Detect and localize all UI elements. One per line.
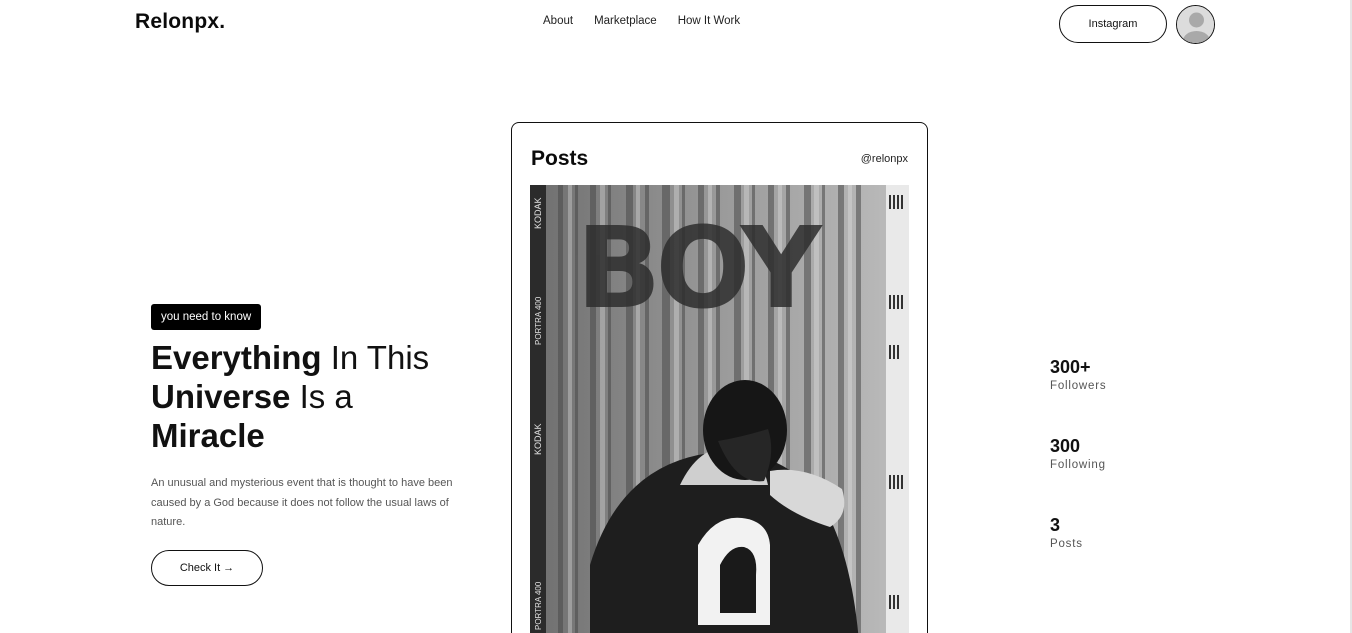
posts-card-title: Posts — [531, 147, 589, 170]
stat-posts[interactable]: 3 Posts — [1050, 514, 1106, 550]
profile-stats: 300+ Followers 300 Following 3 Posts — [1050, 356, 1106, 593]
nav-item-how-it-work[interactable]: How It Work — [678, 15, 740, 27]
hero-description: An unusual and mysterious event that is … — [151, 477, 453, 528]
post-photo[interactable]: KODAK KODAK PORTRA 400 PORTRA 400 BOY — [530, 185, 909, 633]
hero-headline: Everything In This Universe Is a Miracle — [151, 338, 471, 455]
hero-badge: you need to know — [151, 304, 262, 330]
stat-value: 300 — [1050, 436, 1081, 456]
film-brand: KODAK — [533, 423, 543, 455]
headline-word: Is a — [290, 378, 353, 415]
stat-value: 300+ — [1050, 357, 1091, 377]
check-it-label: Check It — [179, 562, 221, 574]
film-brand: KODAK — [533, 197, 543, 229]
instagram-button[interactable]: Instagram — [1059, 5, 1167, 43]
graffiti-text: BOY — [576, 204, 824, 334]
nav-item-marketplace[interactable]: Marketplace — [594, 15, 657, 27]
stat-value: 3 — [1050, 515, 1061, 535]
check-it-button[interactable]: Check It → — [151, 550, 263, 586]
brand-logo[interactable]: Relonpx. — [135, 10, 225, 34]
nav-item-about[interactable]: About — [543, 15, 573, 27]
stat-label: Followers — [1050, 380, 1107, 392]
headline-word: Everything — [151, 339, 322, 376]
user-avatar-icon[interactable] — [1176, 5, 1215, 44]
film-type: PORTRA 400 — [534, 296, 543, 345]
arrow-right-icon: → — [223, 562, 235, 574]
stat-following[interactable]: 300 Following — [1050, 435, 1106, 471]
film-type: PORTRA 400 — [534, 581, 543, 630]
stat-followers[interactable]: 300+ Followers — [1050, 356, 1106, 392]
headline-word: Miracle — [151, 417, 265, 454]
stat-label: Posts — [1050, 538, 1083, 550]
top-nav: About Marketplace How It Work — [543, 15, 740, 27]
headline-word: In This — [321, 339, 430, 376]
posts-card: Posts @relonpx KODAK KODAK PORTRA 400 PO… — [511, 122, 928, 633]
stat-label: Following — [1050, 459, 1106, 471]
headline-word: Universe — [151, 378, 291, 415]
posts-card-handle[interactable]: @relonpx — [861, 153, 908, 165]
